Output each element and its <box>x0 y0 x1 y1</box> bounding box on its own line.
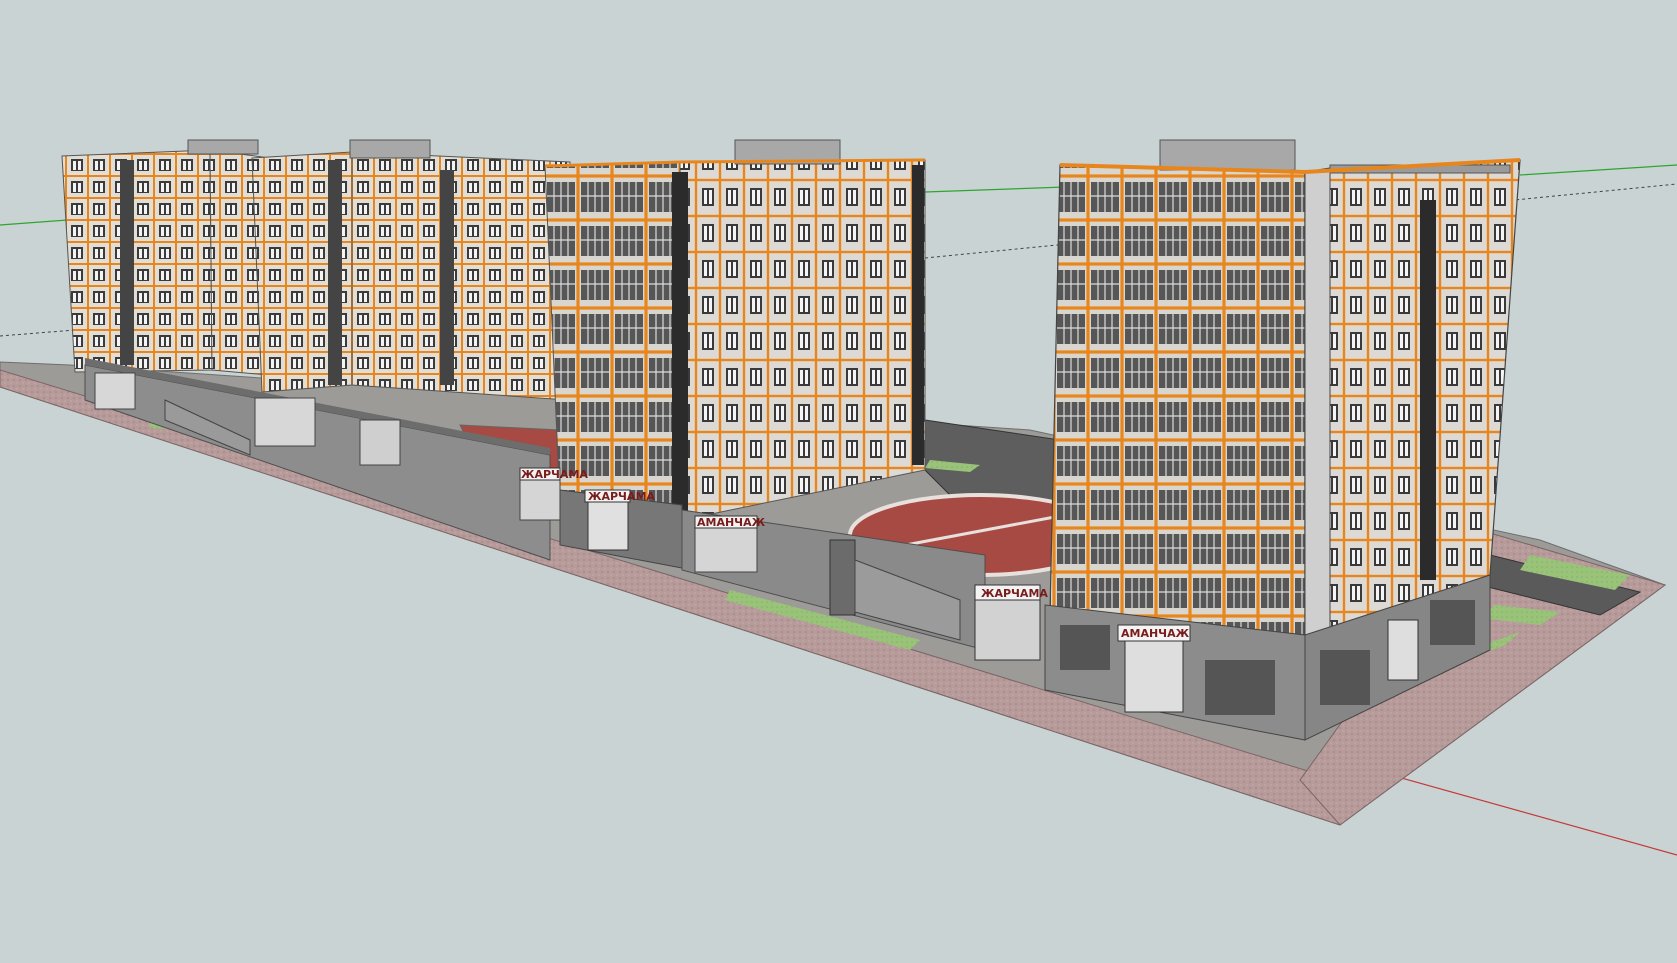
building-4-window-row-3 <box>1320 650 1370 705</box>
sign-c-text: ЖАРЧАМА <box>521 468 588 481</box>
shop-front-3 <box>359 419 401 466</box>
3d-model-viewport[interactable]: ЖАРЧАМА АМАНЧАЖ ЖАРЧАМА АМАНЧАЖ ЖАРЧАМА <box>0 0 1677 963</box>
shop-front-2 <box>254 397 316 447</box>
sign-e-text: ЖАРЧАМА <box>981 587 1048 600</box>
green-axis-mid <box>924 186 1066 193</box>
building-3-entrance <box>587 501 629 551</box>
building-3-side <box>679 159 926 521</box>
building-4-entrance <box>1124 629 1184 713</box>
building-3-stair-strip-2 <box>912 165 924 465</box>
building-3-stair-strip <box>672 172 688 517</box>
sign-d-text: АМАНЧАЖ <box>1121 627 1190 640</box>
elevator-shaft <box>829 539 856 616</box>
building-4-stair-strip <box>1420 200 1436 580</box>
building-2-stair-strip <box>440 170 454 385</box>
building-1-roof-box <box>187 139 259 155</box>
building-4-window-row-4 <box>1430 600 1475 645</box>
building-3-front <box>544 161 683 521</box>
building-4-window-row-2 <box>1205 660 1275 715</box>
sign-a-text: ЖАРЧАМА <box>588 490 655 503</box>
building-2-roof-box <box>349 139 431 159</box>
dashed-axis-left <box>0 329 76 337</box>
building-4-front <box>1049 164 1306 641</box>
sign-b-text: АМАНЧАЖ <box>697 516 766 529</box>
green-axis-right <box>1519 164 1677 176</box>
shop-front-1 <box>94 372 136 410</box>
building-2-stair-strip-2 <box>328 160 342 385</box>
scene-canvas[interactable]: ЖАРЧАМА АМАНЧАЖ ЖАРЧАМА АМАНЧАЖ ЖАРЧАМА <box>0 0 1677 963</box>
building-1-stair-strip <box>120 160 134 365</box>
building-4-side-entrance <box>1387 619 1419 681</box>
building-4-roof-box <box>1159 139 1296 171</box>
building-4[interactable]: АМАНЧАЖ ЖАРЧАМА <box>974 139 1521 741</box>
building-1[interactable] <box>61 139 271 376</box>
building-4-window-row-1 <box>1060 625 1110 670</box>
building-4-side-wall <box>1304 167 1331 641</box>
building-1-front <box>61 149 213 373</box>
red-axis <box>1379 771 1677 856</box>
building-2-side <box>351 151 571 401</box>
building-2[interactable] <box>251 139 571 401</box>
building-4-side <box>1304 159 1521 641</box>
